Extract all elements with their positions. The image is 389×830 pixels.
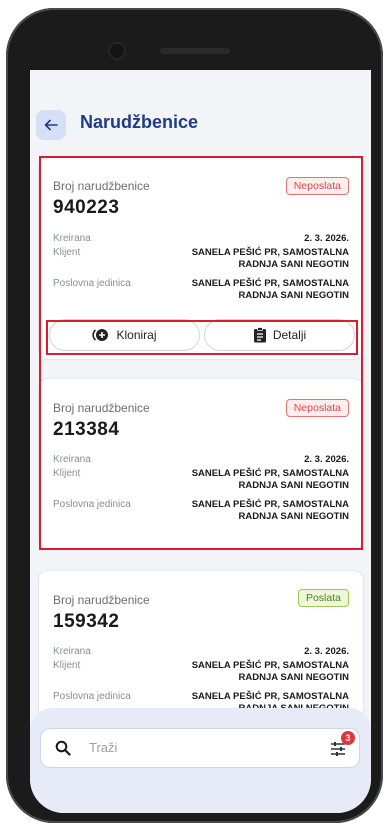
business-unit-value: SANELA PEŠIĆ PR, SAMOSTALNA RADNJA SANI …	[191, 499, 349, 522]
business-unit-label: Poslovna jedinica	[53, 691, 131, 702]
created-value: 2. 3. 2026.	[304, 646, 349, 657]
created-label: Kreirana	[53, 454, 91, 465]
client-label: Klijent	[53, 247, 81, 258]
order-number: 159342	[53, 611, 120, 632]
created-value: 2. 3. 2026.	[304, 454, 349, 465]
order-card[interactable]: Broj narudžbenice Neposlata 213384 Kreir…	[38, 378, 364, 550]
search-icon	[55, 740, 71, 756]
details-label: Detalji	[272, 328, 307, 342]
client-value: SANELA PEŠIĆ PR, SAMOSTALNA RADNJA SANI …	[191, 468, 349, 491]
client-label: Klijent	[53, 660, 81, 671]
app-header: Narudžbenice	[30, 70, 371, 162]
order-number-label: Broj narudžbenice	[53, 401, 150, 415]
order-card[interactable]: Broj narudžbenice Neposlata 940223 Kreir…	[38, 156, 364, 360]
page-title: Narudžbenice	[80, 112, 199, 132]
created-label: Kreirana	[53, 233, 91, 244]
created-label: Kreirana	[53, 646, 91, 657]
order-number: 940223	[53, 197, 120, 218]
filter-count-badge: 3	[341, 731, 355, 745]
phone-frame: Narudžbenice Broj narudžbenice Neposlata…	[6, 8, 383, 823]
created-value: 2. 3. 2026.	[304, 233, 349, 244]
clone-plus-icon	[92, 329, 109, 341]
clipboard-icon	[253, 327, 266, 343]
front-camera	[110, 44, 124, 58]
status-badge: Neposlata	[285, 399, 349, 417]
order-number: 213384	[53, 419, 120, 440]
earpiece-speaker	[160, 48, 230, 54]
card-actions: Kloniraj Detalji	[49, 319, 355, 351]
clone-label: Kloniraj	[116, 328, 157, 342]
business-unit-value: SANELA PEŠIĆ PR, SAMOSTALNA RADNJA SANI …	[191, 278, 349, 301]
search-bar: 3	[40, 728, 360, 768]
order-number-label: Broj narudžbenice	[53, 179, 150, 193]
client-label: Klijent	[53, 468, 81, 479]
back-button[interactable]	[36, 110, 66, 140]
business-unit-label: Poslovna jedinica	[53, 499, 131, 510]
details-button[interactable]: Detalji	[204, 319, 355, 351]
status-badge: Poslata	[297, 589, 349, 607]
client-value: SANELA PEŠIĆ PR, SAMOSTALNA RADNJA SANI …	[191, 247, 349, 270]
clone-button[interactable]: Kloniraj	[49, 319, 200, 351]
search-input[interactable]	[87, 739, 291, 756]
status-badge: Neposlata	[285, 177, 349, 195]
arrow-left-icon	[44, 119, 58, 131]
business-unit-label: Poslovna jedinica	[53, 278, 131, 289]
bottom-search-panel: 3	[30, 708, 371, 813]
app-screen: Narudžbenice Broj narudžbenice Neposlata…	[30, 70, 371, 813]
order-number-label: Broj narudžbenice	[53, 593, 150, 607]
client-value: SANELA PEŠIĆ PR, SAMOSTALNA RADNJA SANI …	[191, 660, 349, 683]
